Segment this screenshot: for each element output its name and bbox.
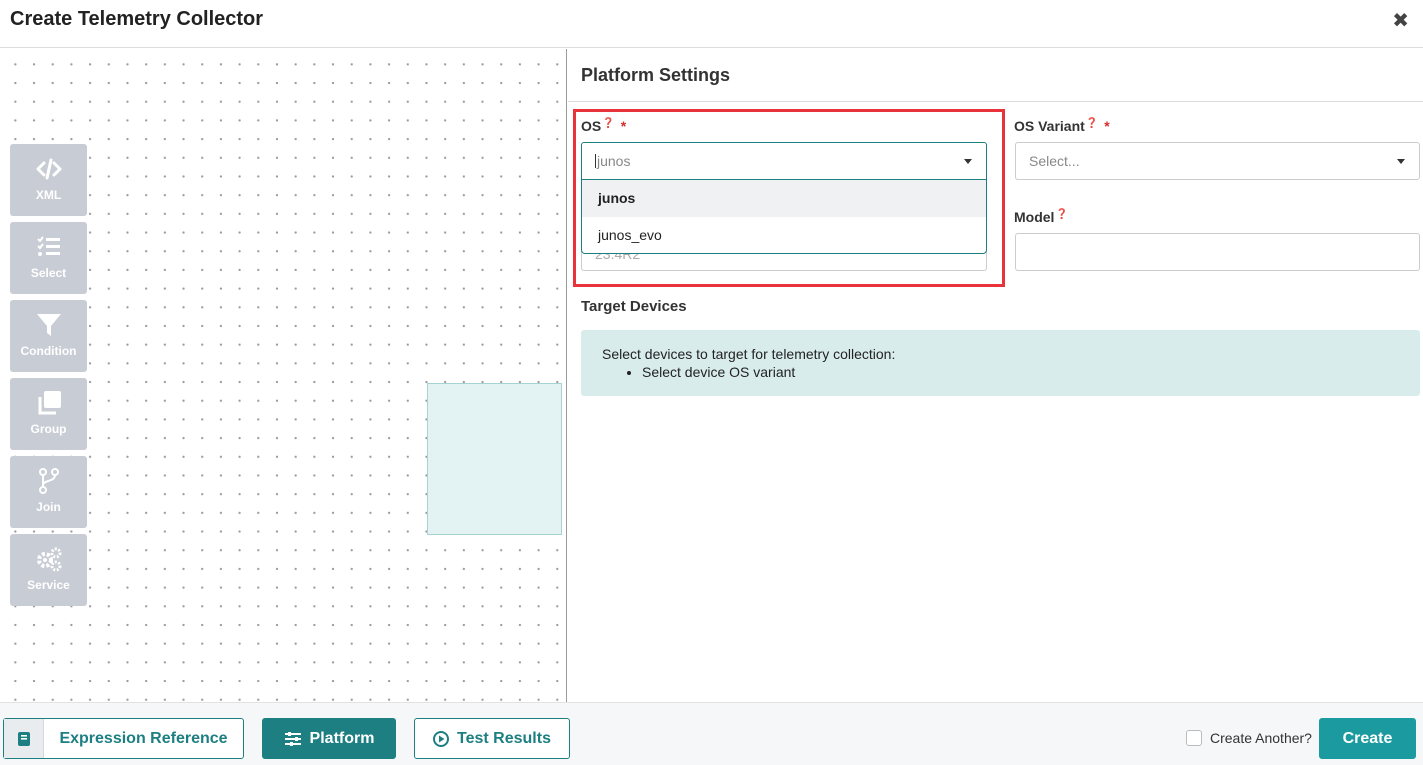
expression-reference-label: Expression Reference	[59, 729, 228, 747]
os-variant-label: OS Variant❓ *	[1014, 118, 1110, 134]
platform-settings-panel: Platform Settings OS❓ * 23.4R2 junos juno…	[568, 49, 1423, 702]
tool-label: Service	[27, 578, 70, 592]
gears-icon	[36, 547, 61, 572]
test-results-button[interactable]: Test Results	[414, 718, 570, 759]
modal-footer: Expression Reference Platform Test Resul…	[0, 702, 1423, 765]
platform-button[interactable]: Platform	[262, 718, 396, 759]
test-results-label: Test Results	[457, 729, 551, 747]
tool-service[interactable]: Service	[10, 534, 87, 606]
book-icon	[4, 719, 44, 758]
tool-label: Condition	[20, 344, 77, 358]
close-icon[interactable]: ✖	[1392, 8, 1409, 33]
info-list: Select device OS variant	[642, 364, 1399, 380]
layers-icon	[38, 391, 61, 415]
code-icon	[36, 158, 61, 180]
branch-icon	[38, 468, 59, 494]
divider	[568, 101, 1423, 102]
tool-label: Group	[30, 422, 67, 436]
list-item: Select device OS variant	[642, 364, 1399, 380]
tool-condition[interactable]: Condition	[10, 300, 87, 372]
os-label: OS❓ *	[581, 118, 626, 134]
help-icon[interactable]: ❓	[1086, 118, 1098, 129]
chevron-down-icon[interactable]	[1397, 159, 1405, 164]
play-circle-icon	[433, 730, 450, 747]
info-message: Select devices to target for telemetry c…	[602, 346, 896, 362]
chevron-down-icon[interactable]	[964, 159, 972, 164]
text-cursor	[595, 154, 596, 168]
os-dropdown-menu: junos junos_evo	[581, 180, 987, 254]
modal-title: Create Telemetry Collector	[10, 8, 264, 30]
create-label: Create	[1342, 729, 1393, 747]
model-input[interactable]	[1015, 233, 1420, 271]
required-mark: *	[620, 118, 627, 134]
tool-label: Select	[30, 266, 67, 280]
sliders-icon	[284, 731, 302, 746]
modal-header: Create Telemetry Collector ✖	[0, 0, 1423, 48]
os-select[interactable]: junos	[581, 142, 987, 180]
tool-label: XML	[35, 188, 62, 202]
os-option-junos[interactable]: junos	[582, 180, 986, 217]
required-mark: *	[1104, 118, 1110, 134]
tool-xml[interactable]: XML	[10, 144, 87, 216]
create-button[interactable]: Create	[1319, 718, 1416, 759]
filter-icon	[36, 314, 61, 336]
model-label-text: Model	[1014, 209, 1055, 225]
create-another-checkbox[interactable]	[1186, 730, 1202, 746]
panel-title: Platform Settings	[581, 65, 731, 85]
canvas-drop-zone[interactable]	[427, 383, 562, 535]
platform-label: Platform	[309, 729, 375, 747]
tool-group[interactable]: Group	[10, 378, 87, 450]
target-devices-title: Target Devices	[581, 298, 687, 315]
target-devices-info: Select devices to target for telemetry c…	[581, 330, 1420, 396]
tool-label: Join	[36, 500, 61, 514]
os-variant-select[interactable]: Select...	[1015, 142, 1420, 180]
expression-reference-button[interactable]: Expression Reference	[3, 718, 244, 759]
os-select-value: junos	[597, 153, 631, 169]
tool-select[interactable]: Select	[10, 222, 87, 294]
list-check-icon	[36, 236, 60, 256]
tool-join[interactable]: Join	[10, 456, 87, 528]
help-icon[interactable]: ❓	[1055, 209, 1067, 220]
help-icon[interactable]: ❓	[602, 118, 614, 129]
create-another-option: Create Another?	[1186, 730, 1312, 746]
flow-canvas[interactable]: XML Select Condition Group Join Service	[0, 49, 567, 702]
os-variant-placeholder: Select...	[1029, 153, 1080, 169]
os-label-text: OS	[581, 118, 602, 134]
model-label: Model❓	[1014, 209, 1068, 225]
os-option-junos-evo[interactable]: junos_evo	[582, 217, 986, 254]
os-variant-label-text: OS Variant	[1014, 118, 1085, 134]
create-another-label: Create Another?	[1210, 730, 1312, 746]
